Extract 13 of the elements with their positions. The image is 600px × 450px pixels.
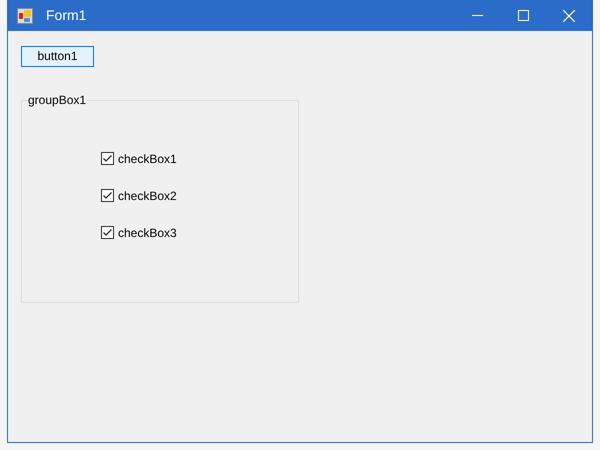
- checkbox[interactable]: [101, 189, 114, 202]
- close-icon: [563, 10, 575, 22]
- checkbox[interactable]: [101, 152, 114, 165]
- maximize-icon: [518, 10, 528, 21]
- form-icon: [17, 8, 33, 24]
- minimize-icon: [472, 15, 482, 16]
- checkbox[interactable]: [101, 226, 114, 239]
- group-box-title: groupBox1: [28, 92, 86, 109]
- button[interactable]: button1: [21, 46, 94, 66]
- checkbox-label: checkBox3: [118, 224, 177, 242]
- checkbox-label: checkBox2: [118, 188, 177, 204]
- window-title: Form1: [46, 6, 86, 25]
- checkbox-label: checkBox1: [118, 150, 177, 168]
